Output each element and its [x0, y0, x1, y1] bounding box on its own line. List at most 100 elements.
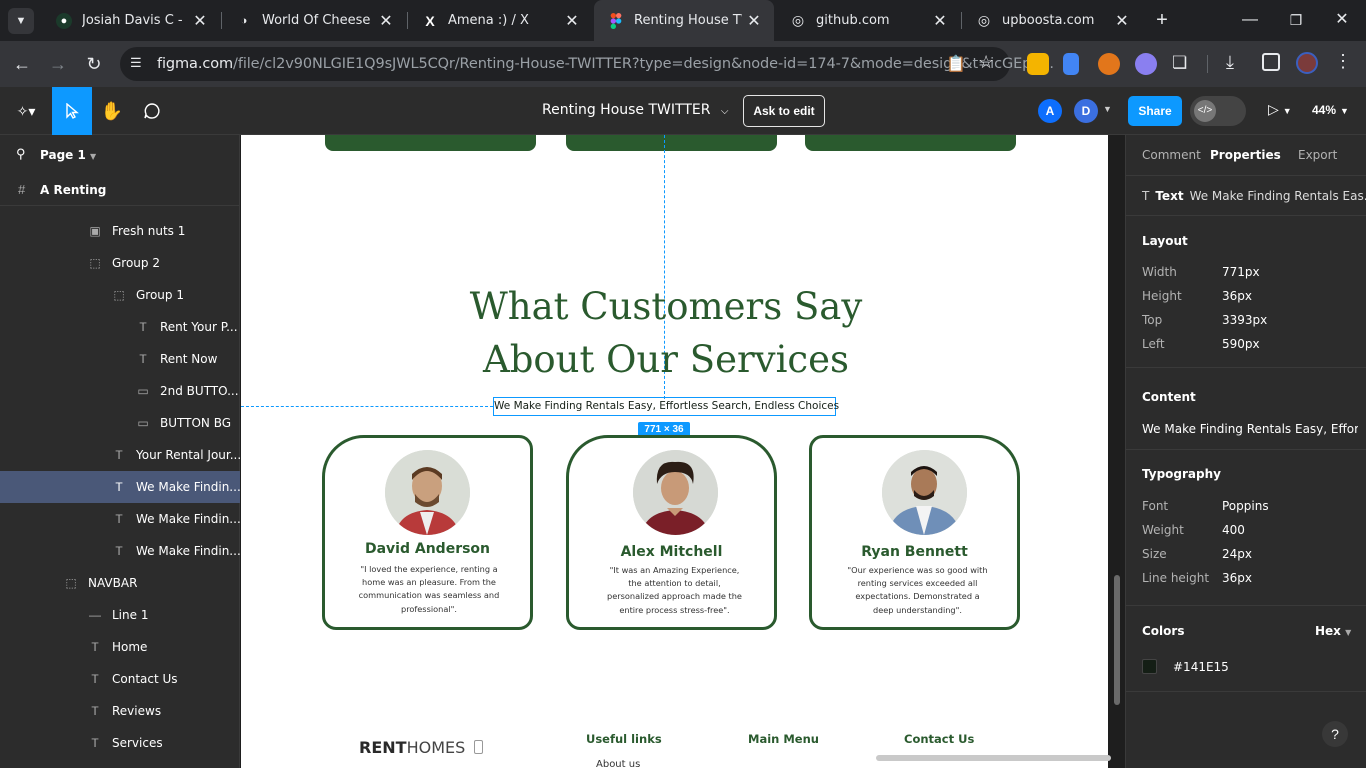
size-value: 24px — [1222, 547, 1252, 561]
divider — [1126, 367, 1366, 368]
testimonial-quote: "Our experience was so good with renting… — [847, 565, 988, 615]
content-value[interactable]: We Make Finding Rentals Easy, Effortles — [1142, 422, 1358, 436]
close-icon[interactable]: ✕ — [374, 11, 398, 31]
testimonial-card: Alex Mitchell "It was an Amazing Experie… — [566, 435, 777, 630]
close-icon[interactable]: ✕ — [742, 11, 766, 31]
page-selector[interactable]: Page 1 ▼ — [40, 148, 96, 162]
color-hex-value[interactable]: #141E15 — [1173, 660, 1229, 674]
layer-item[interactable]: T Services — [0, 727, 240, 759]
footer-link: About us — [596, 759, 641, 768]
restore-button[interactable]: ❐ — [1284, 8, 1308, 32]
globe-icon: ◑ — [240, 14, 248, 27]
browser-tab[interactable]: ◑ World Of Cheese Cak ✕ — [222, 0, 406, 41]
layer-item[interactable]: T We Make Findin... — [0, 535, 240, 567]
minimize-button[interactable]: — — [1238, 8, 1262, 32]
folder-extension-icon[interactable] — [1027, 53, 1049, 75]
share-button[interactable]: Share — [1128, 96, 1182, 126]
search-icon[interactable]: ⚲ — [16, 146, 26, 162]
heading-line: What Customers Say — [469, 285, 863, 328]
group-icon: ⬚ — [113, 288, 125, 302]
testimonial-name: Alex Mitchell — [620, 544, 723, 560]
site-settings-icon[interactable]: ☰ — [130, 55, 142, 71]
left-label: Left — [1142, 337, 1165, 351]
colors-heading: Colors — [1142, 624, 1185, 638]
layer-item[interactable]: T Reviews — [0, 695, 240, 727]
comment-tool-icon[interactable] — [132, 87, 172, 135]
metamask-extension-icon[interactable] — [1098, 53, 1120, 75]
layer-item-selected[interactable]: T We Make Findin... — [0, 471, 240, 503]
profile-avatar[interactable] — [1296, 52, 1318, 74]
layer-item[interactable]: T Rent Your P... — [0, 311, 240, 343]
heading-line: About Our Services — [482, 338, 850, 381]
url-path: /file/cl2v90NLGIE1Q9sJWL5CQr/Renting-Hou… — [233, 56, 1054, 72]
layer-item[interactable]: ▭ BUTTON BG — [0, 407, 240, 439]
clipboard-icon[interactable]: 📋 — [946, 54, 966, 74]
code-icon: </> — [1194, 100, 1216, 122]
close-icon[interactable]: ✕ — [188, 11, 212, 31]
docs-extension-icon[interactable] — [1063, 53, 1079, 75]
layer-item[interactable]: T We Make Findin... — [0, 503, 240, 535]
ai-extension-icon[interactable] — [1135, 53, 1157, 75]
browser-tab[interactable]: ◎ github.com ✕ — [776, 0, 960, 41]
layer-item[interactable]: T Contact Us — [0, 663, 240, 695]
browser-tab[interactable]: ● Josiah Davis C - PORT ✕ — [42, 0, 220, 41]
bookmark-star-icon[interactable]: ☆ — [978, 52, 994, 73]
tab-comment[interactable]: Comment — [1142, 148, 1201, 162]
close-icon[interactable]: ✕ — [1110, 11, 1134, 31]
present-play-icon[interactable]: ▷ ▼ — [1268, 101, 1292, 118]
dev-mode-toggle[interactable]: </> — [1190, 96, 1246, 126]
close-icon[interactable]: ✕ — [560, 11, 584, 31]
new-tab-button[interactable]: + — [1150, 8, 1174, 32]
url-field[interactable]: ☰ figma.com/file/cl2v90NLGIE1Q9sJWL5CQr/… — [120, 47, 1054, 81]
file-title[interactable]: Renting House TWITTER ⌵ — [542, 102, 729, 118]
tab-search-button[interactable]: ▼ — [8, 8, 34, 34]
help-button[interactable]: ? — [1322, 721, 1348, 747]
window-close-button[interactable]: ✕ — [1330, 8, 1354, 32]
text-icon: T — [91, 672, 99, 686]
weight-value: 400 — [1222, 523, 1245, 537]
layer-item[interactable]: ⬚ NAVBAR — [0, 567, 240, 599]
layer-item[interactable]: T Your Rental Jour... — [0, 439, 240, 471]
move-tool-icon[interactable] — [52, 87, 92, 135]
extensions-puzzle-icon[interactable]: ❏ — [1172, 53, 1187, 73]
layer-item[interactable]: ⬚ Group 2 — [0, 247, 240, 279]
back-button[interactable]: ← — [10, 52, 34, 76]
chevron-down-icon[interactable]: ▼ — [1103, 104, 1112, 114]
layer-item[interactable]: ▣ Fresh nuts 1 — [0, 215, 240, 247]
layout-heading: Layout — [1142, 234, 1188, 248]
vertical-scrollbar[interactable] — [1114, 575, 1120, 705]
horizontal-scrollbar[interactable] — [876, 755, 1111, 761]
color-swatch[interactable] — [1142, 659, 1157, 674]
frame-layer[interactable]: # A Renting — [0, 174, 240, 206]
browser-tab[interactable]: X Amena :) / X ✕ — [408, 0, 592, 41]
avatar — [385, 450, 470, 535]
figma-main-menu-icon[interactable]: ✧▾ — [6, 87, 46, 135]
layer-item[interactable]: — Line 1 — [0, 599, 240, 631]
browser-tab[interactable]: ◎ upboosta.com ✕ — [962, 0, 1142, 41]
avatar — [633, 450, 718, 535]
ask-to-edit-button[interactable]: Ask to edit — [743, 95, 825, 127]
layer-item[interactable]: ▭ 2nd BUTTO... — [0, 375, 240, 407]
design-canvas[interactable]: What Customers Say About Our Services We… — [241, 135, 1125, 768]
download-icon[interactable]: ⤓ — [1226, 52, 1234, 73]
avatar[interactable]: D — [1074, 99, 1098, 123]
selected-subtitle-text[interactable]: We Make Finding Rentals Easy, Effortless… — [493, 397, 839, 416]
close-icon[interactable]: ✕ — [928, 11, 952, 31]
reload-button[interactable]: ↻ — [82, 52, 106, 76]
design-frame: What Customers Say About Our Services We… — [241, 135, 1108, 768]
layer-item[interactable]: ⬚ Group 1 — [0, 279, 240, 311]
tab-properties[interactable]: Properties — [1210, 148, 1281, 162]
zoom-level[interactable]: 44% ▼ — [1312, 103, 1349, 117]
color-format-selector[interactable]: Hex ▼ — [1315, 624, 1351, 638]
layer-item[interactable]: T Home — [0, 631, 240, 663]
hand-tool-icon[interactable]: ✋ — [92, 87, 132, 135]
horizontal-guide — [241, 406, 493, 407]
layer-item[interactable]: T Rent Now — [0, 343, 240, 375]
browser-tab-active[interactable]: Renting House TWITT ✕ — [594, 0, 774, 41]
green-button-shape — [566, 135, 777, 151]
browser-menu-icon[interactable]: ⋮ — [1334, 51, 1352, 72]
side-panel-icon[interactable] — [1262, 53, 1280, 71]
avatar[interactable]: A — [1038, 99, 1062, 123]
tab-export[interactable]: Export — [1298, 148, 1337, 162]
forward-button[interactable]: → — [46, 52, 70, 76]
